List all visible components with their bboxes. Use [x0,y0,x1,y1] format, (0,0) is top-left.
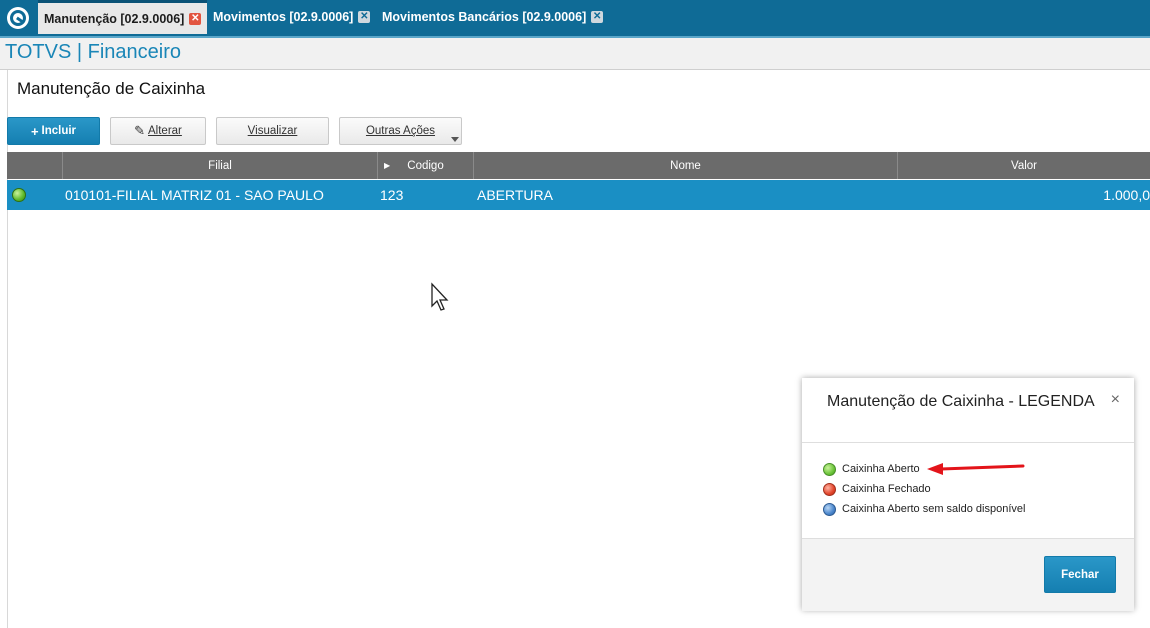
page-title: Manutenção de Caixinha [17,79,206,98]
tab-label: Manutenção [02.9.0006] [44,11,185,26]
legend-item: Caixinha Aberto sem saldo disponível [823,500,1025,518]
tab-label: Movimentos [02.9.0006] [213,10,354,24]
red-status-icon [823,482,836,496]
close-icon[interactable]: ✕ [189,12,202,25]
close-icon[interactable]: ✕ [591,11,604,23]
legend-item: Caixinha Fechado [823,480,931,498]
column-header-codigo[interactable]: ▶ Codigo [378,152,474,179]
totvs-logo-icon[interactable] [4,4,32,32]
blue-status-icon [823,502,836,516]
grid-header: Filial ▶ Codigo Nome Valor [7,152,1150,179]
dialog-title: Manutenção de Caixinha - LEGENDA [827,393,1095,410]
plus-icon: + [30,123,39,139]
tab-movimentos-bancarios[interactable]: Movimentos Bancários [02.9.0006] ✕ [376,0,610,34]
legend-label: Caixinha Fechado [842,483,931,495]
visualizar-button[interactable]: Visualizar [216,117,329,145]
legend-label: Caixinha Aberto [842,463,920,475]
legend-dialog: Manutenção de Caixinha - LEGENDA × Caixi… [802,378,1134,611]
tab-movimentos[interactable]: Movimentos [02.9.0006] ✕ [207,0,377,34]
status-green-icon [12,188,26,202]
column-header-status[interactable] [7,152,63,179]
tab-manutencao[interactable]: Manutenção [02.9.0006] ✕ [38,0,208,34]
legend-label: Caixinha Aberto sem saldo disponível [842,503,1026,515]
dialog-footer: Fechar [802,538,1134,611]
cell-nome: ABERTURA [477,187,553,203]
green-status-icon [823,462,836,476]
module-title: TOTVS | Financeiro [5,41,181,63]
tab-label: Movimentos Bancários [02.9.0006] [382,10,587,24]
red-arrow-icon [927,463,1025,475]
cell-valor: 1.000,0 [1103,187,1150,203]
fechar-button[interactable]: Fechar [1044,556,1116,593]
table-row[interactable]: 010101-FILIAL MATRIZ 01 - SAO PAULO 123 … [7,180,1150,210]
outras-acoes-button[interactable]: Outras Ações [339,117,462,145]
column-header-filial[interactable]: Filial [63,152,378,179]
visualizar-label: Visualizar [247,125,298,137]
dialog-body: Caixinha Aberto Caixinha Fechado Caixinh… [802,443,1134,537]
column-header-nome[interactable]: Nome [474,152,898,179]
column-header-valor[interactable]: Valor [898,152,1150,179]
chevron-down-icon [451,137,459,142]
alterar-button[interactable]: ✎ Alterar [110,117,206,145]
incluir-label: Incluir [41,125,77,137]
pencil-icon: ✎ [134,123,146,138]
status-cell [12,180,42,210]
dialog-header: Manutenção de Caixinha - LEGENDA × [802,378,1134,443]
alterar-label: Alterar [148,125,182,137]
mouse-cursor-icon [430,282,450,317]
close-icon[interactable]: ✕ [358,11,371,23]
legend-item: Caixinha Aberto [823,460,920,478]
module-header: TOTVS | Financeiro [0,38,1150,70]
sort-arrow-icon: ▶ [384,161,391,170]
outras-acoes-label: Outras Ações [365,125,436,137]
cell-codigo: 123 [380,187,404,203]
top-tab-bar: Manutenção [02.9.0006] ✕ Movimentos [02.… [0,0,1150,36]
close-icon[interactable]: × [1111,391,1120,409]
column-header-codigo-label: Codigo [407,159,444,172]
incluir-button[interactable]: + Incluir [7,117,100,145]
cell-filial: 010101-FILIAL MATRIZ 01 - SAO PAULO [65,187,324,203]
